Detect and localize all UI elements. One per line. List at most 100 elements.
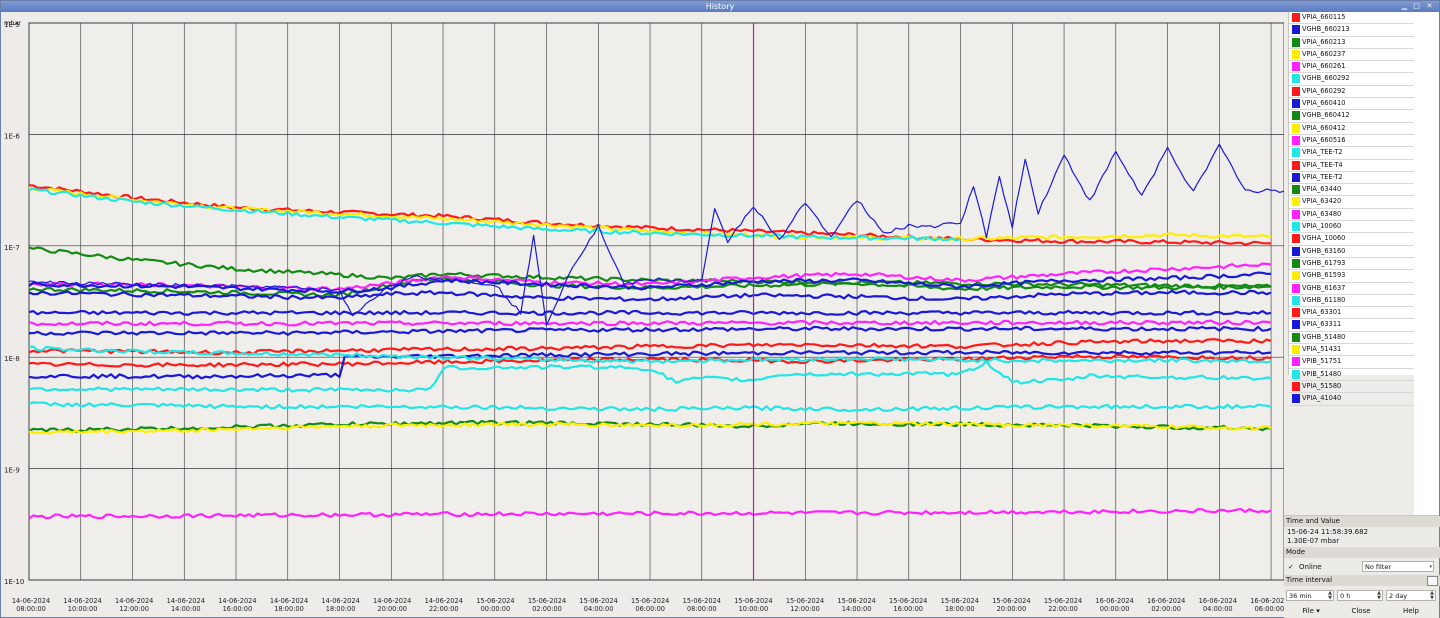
legend-item[interactable]: VGHB_660412	[1289, 110, 1415, 123]
legend-list[interactable]: VPIA_660115 VGHB_660213 VPIA_660213 VPIA_66…	[1288, 12, 1415, 406]
legend-swatch	[1292, 37, 1300, 47]
online-checkbox[interactable]: ✓	[1288, 563, 1294, 572]
legend-swatch	[1292, 271, 1300, 281]
history-chart[interactable]: 14-06-202408:00:0014-06-202410:00:0014-0…	[1, 13, 1284, 616]
legend-item[interactable]: VPIA_63420	[1289, 196, 1415, 209]
legend-item[interactable]: VPIB_51480	[1289, 369, 1415, 381]
legend-swatch	[1292, 62, 1300, 72]
x-tick-date: 14-06-2024	[425, 597, 463, 605]
legend-item[interactable]: VPIA_63301	[1289, 307, 1415, 320]
x-tick-date: 16-06-2024	[1147, 597, 1185, 605]
interval-minutes-spinner[interactable]: 36 min ▲ ▼	[1286, 590, 1334, 601]
legend-swatch	[1292, 234, 1300, 244]
legend-item[interactable]: VGHB_61793	[1289, 258, 1415, 271]
interval-expand-icon[interactable]	[1427, 576, 1438, 586]
legend-item[interactable]: VPIA_63311	[1289, 319, 1415, 332]
legend-swatch	[1292, 123, 1300, 133]
legend-item[interactable]: VPIA_41040	[1289, 393, 1415, 406]
spinner-arrows-icon: ▲ ▼	[1430, 590, 1434, 601]
legend-item[interactable]: VPIA_660213	[1289, 37, 1415, 49]
x-tick-time: 14:00:00	[842, 605, 872, 613]
legend-swatch	[1292, 258, 1300, 268]
legend-item[interactable]: VPIA_51431	[1289, 344, 1415, 357]
x-tick-date: 15-06-2024	[889, 597, 927, 605]
legend-item[interactable]: VPIA_51580	[1289, 381, 1415, 394]
legend-item[interactable]: VGHB_61637	[1289, 283, 1415, 295]
legend-item[interactable]: VPIA_660115	[1289, 12, 1415, 25]
cursor-time: 15-06-24 11:58:39.682	[1287, 528, 1369, 536]
legend-item[interactable]: VPIA_63440	[1289, 184, 1415, 197]
x-tick-date: 15-06-2024	[786, 597, 824, 605]
legend-label: VGHB_660292	[1302, 74, 1350, 83]
legend-swatch	[1292, 222, 1300, 232]
legend-swatch	[1292, 357, 1300, 367]
minimize-icon[interactable]: ▁	[1400, 2, 1409, 11]
legend-item[interactable]: VGHB_660292	[1289, 73, 1415, 86]
x-tick-time: 16:00:00	[223, 605, 253, 613]
close-icon[interactable]: ✕	[1425, 2, 1434, 11]
legend-label: VGHB_61180	[1302, 295, 1346, 304]
legend-item[interactable]: VPIA_10060	[1289, 221, 1415, 234]
legend-item[interactable]: VGHB_63160	[1289, 246, 1415, 258]
legend-label: VPIB_51480	[1302, 369, 1342, 378]
x-tick-date: 15-06-2024	[683, 597, 721, 605]
legend-label: VPIA_63301	[1302, 308, 1342, 317]
legend-item[interactable]: VGHB_61593	[1289, 270, 1415, 283]
x-tick-time: 18:00:00	[326, 605, 356, 613]
legend-item[interactable]: VGHB_51480	[1289, 332, 1415, 345]
legend-item[interactable]: VPIA_660410	[1289, 98, 1415, 111]
legend-label: VPIA_51580	[1302, 381, 1342, 390]
legend-label: VGHB_61793	[1302, 258, 1346, 267]
legend-item[interactable]: VPIA_660292	[1289, 86, 1415, 99]
cursor-value: 1.30E-07 mbar	[1287, 537, 1340, 545]
x-tick-time: 04:00:00	[1203, 605, 1233, 613]
legend-item[interactable]: VPIA_660412	[1289, 123, 1415, 135]
legend-swatch	[1292, 99, 1300, 109]
legend-swatch	[1292, 332, 1300, 342]
help-button[interactable]: Help	[1388, 605, 1434, 617]
legend-swatch	[1292, 320, 1300, 330]
x-tick-time: 12:00:00	[790, 605, 820, 613]
maximize-icon[interactable]: □	[1412, 2, 1421, 11]
legend-swatch	[1292, 381, 1300, 391]
interval-hours-value: 0 h	[1340, 592, 1351, 600]
legend-item[interactable]: VPIA_660261	[1289, 61, 1415, 74]
x-tick-time: 00:00:00	[1100, 605, 1130, 613]
legend-swatch	[1292, 345, 1300, 355]
x-tick-time: 06:00:00	[1255, 605, 1284, 613]
x-tick-time: 22:00:00	[1048, 605, 1078, 613]
legend-swatch	[1292, 148, 1300, 158]
legend-swatch	[1292, 295, 1300, 305]
legend-item[interactable]: VPIA_TEE-T4	[1289, 160, 1415, 172]
interval-hours-spinner[interactable]: 0 h ▲ ▼	[1337, 590, 1383, 601]
filter-select[interactable]: No filter ▾	[1362, 561, 1434, 572]
legend-label: VPIA_TEE-T4	[1302, 160, 1343, 169]
legend-swatch	[1292, 13, 1300, 22]
legend-swatch	[1292, 74, 1300, 84]
plot-area	[28, 22, 1284, 581]
legend-swatch	[1292, 394, 1300, 404]
legend-item[interactable]: VPIA_63480	[1289, 209, 1415, 222]
close-button[interactable]: Close	[1338, 605, 1384, 617]
legend-item[interactable]: VPIA_660516	[1289, 135, 1415, 148]
legend-item[interactable]: VGHB_660213	[1289, 24, 1415, 37]
x-tick-time: 02:00:00	[1151, 605, 1181, 613]
legend-item[interactable]: VPIB_51751	[1289, 356, 1415, 369]
legend-item[interactable]: VPIA_TEE-T2	[1289, 172, 1415, 185]
legend-item[interactable]: VGHA_10060	[1289, 233, 1415, 246]
x-tick-date: 16-06-2024	[1250, 597, 1284, 605]
legend-item[interactable]: VPIA_660237	[1289, 49, 1415, 62]
legend-item[interactable]: VGHB_61180	[1289, 295, 1415, 308]
x-tick-time: 08:00:00	[16, 605, 46, 613]
legend-swatch	[1292, 86, 1300, 96]
interval-days-spinner[interactable]: 2 day ▲ ▼	[1386, 590, 1436, 601]
y-tick-label: 1E-7	[4, 244, 20, 252]
legend-label: VPIA_660292	[1302, 86, 1346, 95]
x-tick-time: 10:00:00	[739, 605, 769, 613]
file-menu-button[interactable]: File ▾	[1288, 605, 1334, 617]
legend-label: VPIA_660213	[1302, 37, 1346, 46]
x-tick-time: 08:00:00	[687, 605, 717, 613]
legend-swatch	[1292, 246, 1300, 256]
x-tick-date: 15-06-2024	[528, 597, 566, 605]
legend-item[interactable]: VPIA_TEE-T2	[1289, 147, 1415, 160]
